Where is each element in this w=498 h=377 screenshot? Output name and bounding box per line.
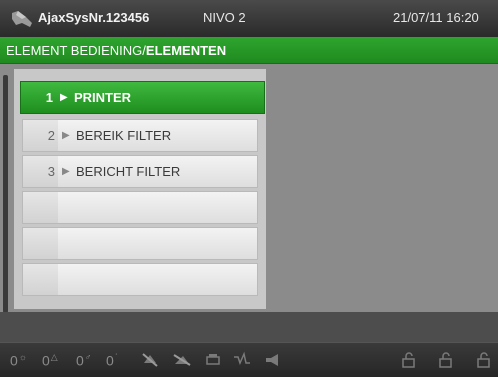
lock-icon-2[interactable] [436, 351, 456, 369]
scrollbar[interactable] [3, 75, 8, 313]
menu-item-bereik-filter[interactable]: 2 ▶ BEREIK FILTER [22, 119, 258, 152]
sun-icon: ☼ [18, 352, 28, 362]
breadcrumb-parent[interactable]: ELEMENT BEDIENING/ [6, 43, 146, 58]
menu-item-number: 3 [47, 164, 55, 179]
info-strip [0, 312, 498, 342]
arrow-right-icon: ▶ [62, 166, 70, 177]
menu-item-bericht-filter[interactable]: 3 ▶ BERICHT FILTER [22, 155, 258, 188]
warning-count: 0 [42, 352, 50, 369]
lock-icon-3[interactable] [474, 351, 494, 369]
printer-icon[interactable] [203, 351, 223, 369]
breadcrumb: ELEMENT BEDIENING/ELEMENTEN [6, 43, 226, 58]
main-content: 1 ▶ PRINTER 2 ▶ BEREIK FILTER 3 ▶ BERICH… [0, 64, 498, 313]
warning-triangle-icon: △ [50, 352, 58, 362]
status-bar: 0☼ 0△ 0♂ 0ʾ [0, 342, 498, 377]
menu-item-label: PRINTER [74, 90, 132, 105]
relay-icon[interactable] [232, 351, 252, 369]
fault-icon: ʾ [114, 352, 118, 362]
fire-count: 0 [10, 352, 18, 369]
menu-item-number-cell [23, 228, 58, 259]
menu-item-number-cell [23, 192, 58, 223]
horn-icon[interactable] [263, 351, 283, 369]
menu-item-number: 1 [45, 90, 53, 105]
person-count: 0 [76, 352, 84, 369]
date-time: 21/07/11 16:20 [393, 10, 479, 25]
arrow-right-icon: ▶ [62, 130, 70, 141]
title-bar: AjaxSysNr.123456 NIVO 2 21/07/11 16:20 [0, 0, 498, 37]
person-counter[interactable]: 0♂ [76, 352, 92, 369]
breadcrumb-bar: ELEMENT BEDIENING/ELEMENTEN [0, 37, 498, 64]
access-level: NIVO 2 [203, 10, 246, 25]
menu-item-label: BERICHT FILTER [76, 164, 181, 179]
fault-count: 0 [106, 352, 114, 369]
bell-off-icon[interactable] [140, 351, 160, 369]
ajax-logo-icon [12, 11, 32, 27]
menu-item-printer[interactable]: 1 ▶ PRINTER [20, 81, 265, 114]
warning-counter[interactable]: 0△ [42, 352, 58, 369]
fault-counter[interactable]: 0ʾ [106, 352, 118, 369]
system-name: AjaxSysNr.123456 [38, 10, 150, 25]
person-icon: ♂ [84, 352, 92, 362]
menu-item-empty [22, 191, 258, 224]
menu-item-empty [22, 227, 258, 260]
menu-item-number-cell [23, 264, 58, 295]
menu-item-number: 2 [47, 128, 55, 143]
arrow-right-icon: ▶ [60, 92, 68, 103]
bell-slash-icon[interactable] [172, 351, 192, 369]
fire-counter[interactable]: 0☼ [10, 352, 27, 369]
menu-item-empty [22, 263, 258, 296]
breadcrumb-current: ELEMENTEN [145, 43, 227, 58]
menu-item-label: BEREIK FILTER [76, 128, 172, 143]
lock-icon-1[interactable] [399, 351, 419, 369]
